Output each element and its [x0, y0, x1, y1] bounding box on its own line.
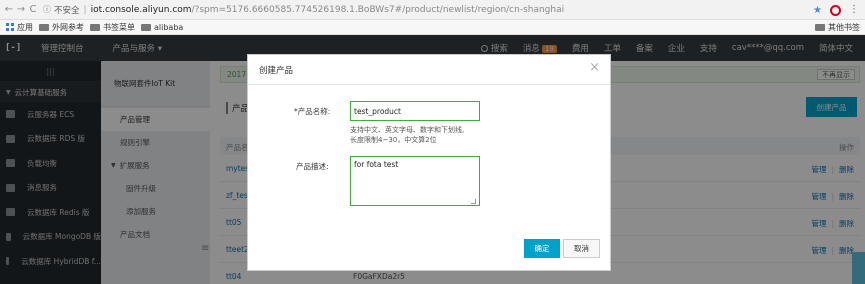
reload-icon[interactable]: C	[27, 2, 39, 18]
bookmarks-bar: 应用 外网参考 书签菜单 alibaba 其他书签	[0, 20, 865, 35]
url-separator: |	[83, 4, 87, 15]
bookmark-folder-menu[interactable]: 书签菜单	[90, 22, 135, 33]
product-desc-input[interactable]: for fota test	[350, 156, 480, 206]
folder-icon	[141, 23, 151, 31]
bookmark-star-icon[interactable]: ★	[813, 5, 822, 16]
folder-icon	[90, 23, 100, 31]
folder-icon	[39, 23, 49, 31]
url-host: iot.console.aliyun.com	[90, 4, 192, 15]
confirm-button[interactable]: 确定	[524, 239, 560, 258]
close-icon[interactable]: ×	[589, 61, 600, 74]
bookmark-apps[interactable]: 应用	[6, 22, 33, 33]
browser-toolbar: ← → C ⓘ 不安全 | iot.console.aliyun.com/?sp…	[0, 0, 865, 20]
apps-grid-icon	[6, 23, 14, 31]
product-desc-label: 产品描述:	[296, 162, 329, 171]
opera-icon[interactable]	[830, 4, 841, 16]
menu-dots-icon[interactable]: ⋮	[849, 5, 859, 15]
address-bar[interactable]: ⓘ 不安全 | iot.console.aliyun.com/?spm=5176…	[43, 2, 564, 18]
cancel-button[interactable]: 取消	[563, 239, 600, 258]
resize-handle-icon[interactable]	[471, 199, 476, 204]
product-name-help-1: 支持中文、英文字母、数字和下划线,	[350, 126, 465, 134]
insecure-label: 不安全	[54, 5, 80, 16]
info-icon[interactable]: ⓘ	[43, 4, 51, 15]
product-name-input[interactable]	[350, 101, 480, 121]
product-name-label: *产品名称:	[294, 107, 331, 116]
forward-icon[interactable]: →	[15, 2, 27, 18]
url-path: /?spm=5176.6660585.774526198.1.BoBWs7#/p…	[191, 4, 565, 15]
folder-icon	[815, 24, 825, 31]
bookmark-folder-alibaba[interactable]: alibaba	[141, 23, 183, 32]
bookmark-other[interactable]: 其他书签	[815, 20, 860, 35]
back-icon[interactable]: ←	[3, 2, 15, 18]
create-product-dialog: 创建产品 × *产品名称: 支持中文、英文字母、数字和下划线, 长度限制4~30…	[247, 54, 611, 271]
product-name-help-2: 长度限制4~30，中文算2位	[350, 136, 437, 144]
dialog-title: 创建产品	[248, 55, 610, 85]
bookmark-folder-external[interactable]: 外网参考	[39, 22, 84, 33]
